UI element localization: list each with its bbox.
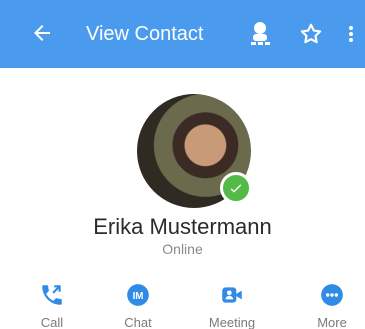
back-button[interactable]	[30, 21, 54, 45]
phone-icon	[42, 285, 62, 305]
contact-screen: View Contact Erika Mustermann Online Cal…	[0, 0, 365, 329]
more-menu-button[interactable]	[345, 22, 357, 46]
contact-actions: Call IM Chat Meeting More	[0, 282, 365, 329]
chat-action-button[interactable]: IM Chat	[103, 282, 173, 329]
call-action-button[interactable]: Call	[17, 282, 87, 329]
page-title: View Contact	[86, 23, 204, 45]
arrow-left-icon	[34, 25, 50, 41]
agent-button[interactable]	[247, 20, 273, 48]
more-action-button[interactable]: More	[297, 282, 365, 329]
call-action-label: Call	[40, 315, 64, 329]
meeting-action-button[interactable]: Meeting	[197, 282, 267, 329]
svg-text:IM: IM	[133, 291, 144, 302]
star-outline-icon	[300, 23, 322, 44]
top-app-bar: View Contact	[0, 0, 365, 68]
agent-icon	[251, 22, 270, 45]
chat-icon: IM	[127, 284, 149, 306]
check-icon	[230, 184, 242, 193]
contact-name: Erika Mustermann	[93, 214, 272, 239]
more-horizontal-icon	[321, 284, 343, 306]
chat-action-label: Chat	[124, 315, 152, 329]
presence-badge	[220, 172, 252, 204]
more-vertical-icon	[349, 26, 353, 42]
contact-status: Online	[162, 241, 203, 257]
meeting-action-label: Meeting	[208, 315, 256, 329]
favorite-button[interactable]	[298, 21, 324, 47]
video-icon	[222, 287, 242, 303]
more-action-label: More	[317, 315, 347, 329]
